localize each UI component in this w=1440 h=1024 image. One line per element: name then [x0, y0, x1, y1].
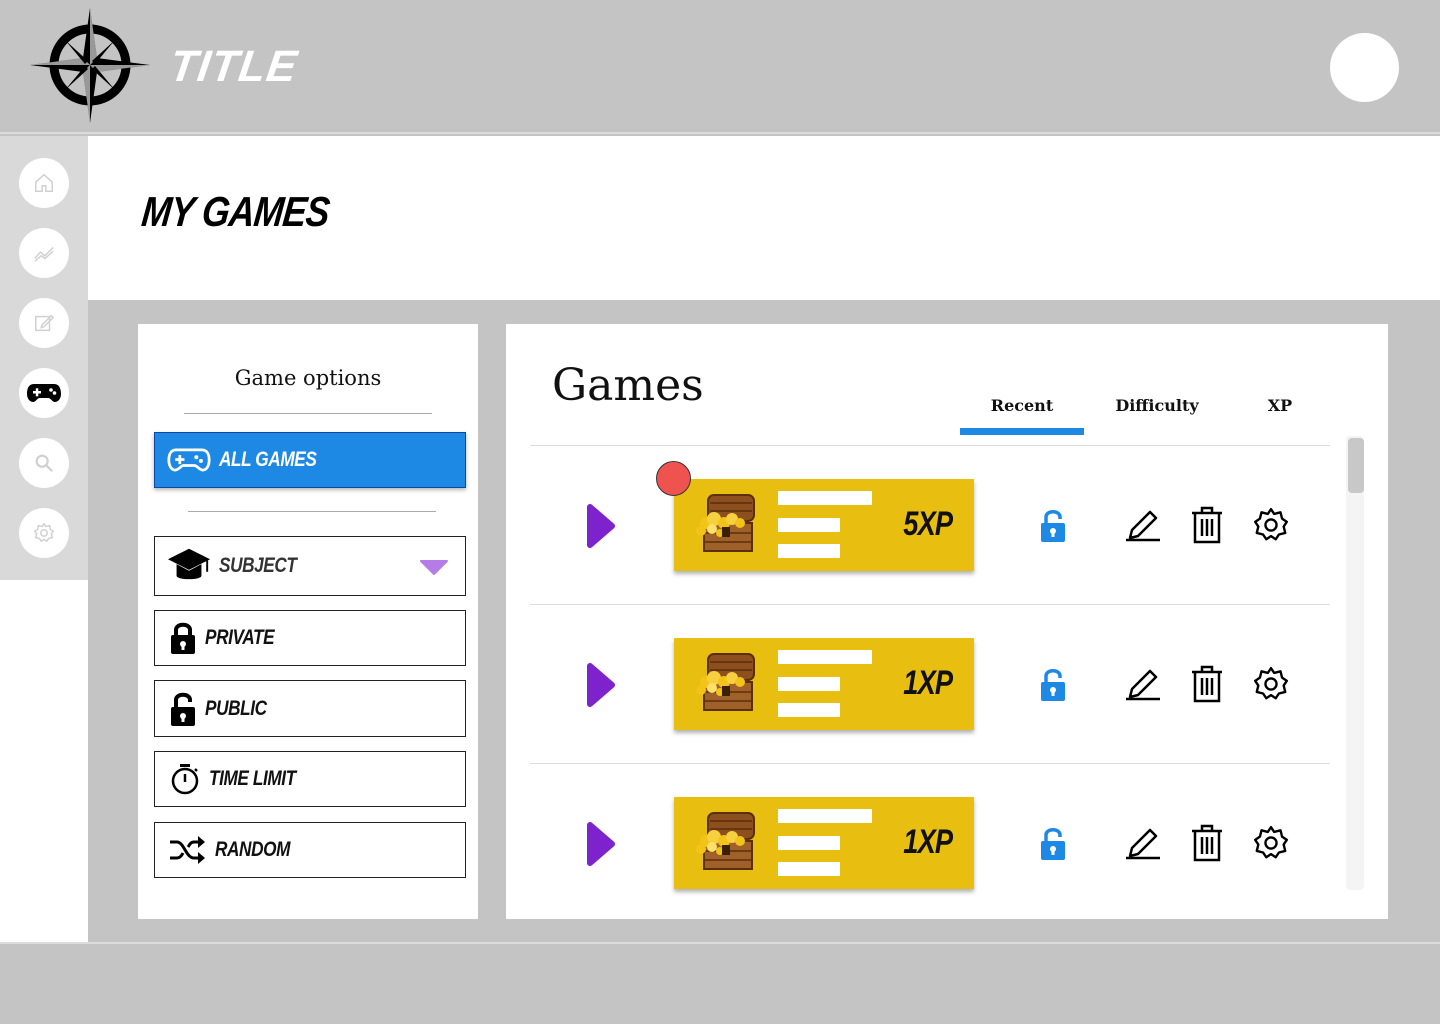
- scrollbar-track[interactable]: [1346, 436, 1364, 890]
- active-tab-indicator: [960, 428, 1084, 435]
- notification-badge: [656, 461, 691, 496]
- divider: [184, 413, 432, 414]
- treasure-chest-icon: [696, 812, 755, 870]
- game-card[interactable]: 5XP: [674, 479, 974, 571]
- treasure-chest-icon: [696, 494, 755, 552]
- settings-icon: [33, 522, 55, 543]
- gamepad-icon: [27, 384, 61, 402]
- top-bar: TITLE: [0, 0, 1440, 134]
- unlock-icon: [161, 687, 205, 731]
- stopwatch-icon: [163, 757, 207, 801]
- games-title: Games: [552, 360, 704, 411]
- title-placeholder-bar: [778, 809, 872, 823]
- sidebar: [0, 136, 88, 580]
- play-icon[interactable]: [586, 503, 616, 549]
- game-row: 1XP: [530, 605, 1330, 764]
- game-row: 5XP: [530, 446, 1330, 605]
- treasure-chest-icon: [696, 653, 755, 711]
- compass-logo-icon: [30, 8, 150, 123]
- game-options-panel: Game options ALL GAMES SUBJECT PRIVATE P…: [138, 324, 478, 919]
- game-row: 1XP: [530, 764, 1330, 919]
- lock-icon: [161, 616, 205, 660]
- filter-private-button[interactable]: PRIVATE: [154, 610, 466, 666]
- sidebar-filler: [0, 580, 88, 942]
- text-placeholder-bar: [778, 518, 840, 532]
- edit-icon[interactable]: [1124, 665, 1162, 701]
- filter-time-limit-label: TIME LIMIT: [209, 767, 296, 790]
- tab-difficulty[interactable]: Difficulty: [1102, 396, 1212, 415]
- xp-label: 1XP: [902, 823, 953, 861]
- nav-edit-button[interactable]: [19, 298, 69, 348]
- options-title: Game options: [234, 366, 382, 390]
- title-placeholder-bar: [778, 491, 872, 505]
- page-header: MY GAMES: [88, 136, 1440, 300]
- unlock-icon[interactable]: [1038, 667, 1068, 703]
- game-card[interactable]: 1XP: [674, 797, 974, 889]
- text-placeholder-bar: [778, 862, 840, 876]
- shuffle-icon: [165, 828, 209, 872]
- nav-settings-button[interactable]: [19, 508, 69, 558]
- trash-icon[interactable]: [1190, 824, 1224, 862]
- filter-all-games-label: ALL GAMES: [219, 448, 317, 471]
- filter-subject-label: SUBJECT: [219, 554, 297, 577]
- xp-label: 5XP: [902, 505, 953, 543]
- game-card[interactable]: 1XP: [674, 638, 974, 730]
- gamepad-icon: [167, 438, 211, 482]
- text-placeholder-bar: [778, 703, 840, 717]
- xp-label: 1XP: [902, 664, 953, 702]
- filter-subject-dropdown[interactable]: SUBJECT: [154, 536, 466, 596]
- unlock-icon[interactable]: [1038, 826, 1068, 862]
- games-panel: Games Recent Difficulty XP 5XP 1XP 1XP: [506, 324, 1388, 919]
- app-title: TITLE: [166, 42, 301, 91]
- text-placeholder-bar: [778, 677, 840, 691]
- text-placeholder-bar: [778, 836, 840, 850]
- nav-home-button[interactable]: [19, 158, 69, 208]
- title-placeholder-bar: [778, 650, 872, 664]
- filter-random-button[interactable]: RANDOM: [154, 822, 466, 878]
- chart-icon: [34, 246, 54, 262]
- settings-icon[interactable]: [1252, 665, 1290, 703]
- play-icon[interactable]: [586, 821, 616, 867]
- edit-icon[interactable]: [1124, 506, 1162, 542]
- filter-random-label: RANDOM: [215, 838, 291, 861]
- filter-public-button[interactable]: PUBLIC: [154, 680, 466, 737]
- filter-all-games-button[interactable]: ALL GAMES: [154, 432, 466, 488]
- search-icon: [35, 454, 54, 473]
- chevron-down-icon: [420, 560, 448, 575]
- unlock-icon[interactable]: [1038, 508, 1068, 544]
- avatar[interactable]: [1330, 33, 1399, 102]
- page-title: MY GAMES: [139, 188, 332, 235]
- trash-icon[interactable]: [1190, 506, 1224, 544]
- trash-icon[interactable]: [1190, 665, 1224, 703]
- settings-icon[interactable]: [1252, 506, 1290, 544]
- nav-search-button[interactable]: [19, 438, 69, 488]
- graduation-cap-icon: [167, 544, 211, 588]
- filter-private-label: PRIVATE: [205, 626, 275, 649]
- nav-stats-button[interactable]: [19, 228, 69, 278]
- tab-recent[interactable]: Recent: [960, 396, 1084, 415]
- nav-games-button[interactable]: [19, 368, 69, 418]
- home-icon: [35, 173, 53, 192]
- scrollbar-thumb[interactable]: [1348, 438, 1364, 493]
- settings-icon[interactable]: [1252, 824, 1290, 862]
- filter-public-label: PUBLIC: [205, 696, 267, 720]
- edit-icon: [35, 314, 55, 332]
- divider: [188, 511, 436, 512]
- text-placeholder-bar: [778, 544, 840, 558]
- tab-xp[interactable]: XP: [1248, 396, 1312, 415]
- play-icon[interactable]: [586, 662, 616, 708]
- footer: [0, 942, 1440, 1024]
- edit-icon[interactable]: [1124, 824, 1162, 860]
- filter-time-limit-button[interactable]: TIME LIMIT: [154, 751, 466, 807]
